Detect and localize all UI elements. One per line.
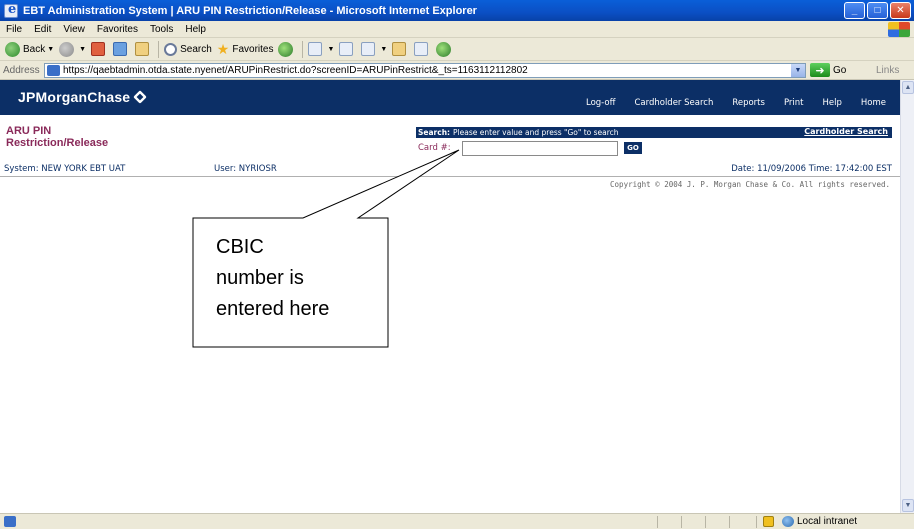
status-divider	[756, 516, 757, 528]
status-divider	[657, 516, 658, 528]
status-divider	[729, 516, 730, 528]
status-divider	[681, 516, 682, 528]
globe-icon	[782, 516, 794, 527]
page-status-icon	[4, 516, 16, 527]
callout-line-3: entered here	[216, 298, 330, 320]
status-divider	[705, 516, 706, 528]
status-bar: Local intranet	[0, 513, 914, 529]
callout-line-1: CBIC	[216, 236, 264, 258]
security-zone: Local intranet	[782, 516, 857, 527]
callout-line-2: number is	[216, 267, 304, 289]
callout-text: CBIC number is entered here	[216, 232, 382, 325]
callout-pointer	[192, 149, 460, 348]
zone-label: Local intranet	[797, 516, 858, 527]
lock-icon	[763, 516, 774, 527]
